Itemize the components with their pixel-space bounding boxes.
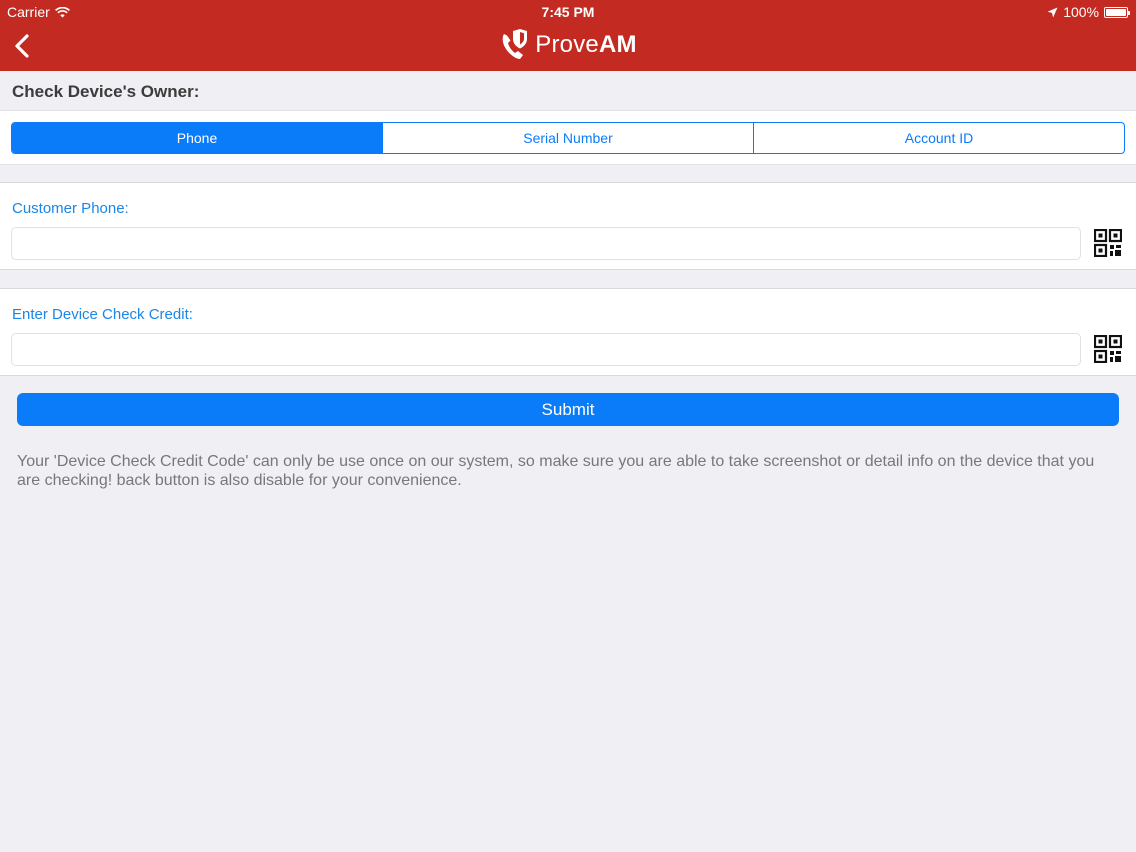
segment-account-id[interactable]: Account ID	[753, 123, 1124, 153]
logo-text-suffix: AM	[598, 31, 637, 58]
credit-code-notice: Your 'Device Check Credit Code' can only…	[17, 453, 1095, 489]
app-screen: Carrier 7:45 PM 100% ProveAM Check Devic…	[0, 0, 1136, 852]
search-type-band: Phone Serial Number Account ID	[0, 110, 1136, 165]
location-arrow-icon	[1047, 7, 1058, 17]
phone-shield-logo-icon	[502, 29, 528, 59]
customer-phone-input[interactable]	[11, 227, 1081, 260]
device-check-credit-label: Enter Device Check Credit:	[12, 306, 193, 323]
qr-code-icon[interactable]	[1094, 229, 1122, 257]
navigation-bar: Carrier 7:45 PM 100% ProveAM	[0, 0, 1136, 71]
status-bar: Carrier 7:45 PM 100%	[0, 0, 1136, 24]
logo-text-prefix: Prove	[535, 31, 599, 58]
status-right-group: 100%	[1047, 4, 1130, 20]
app-logo: ProveAM	[0, 28, 1136, 62]
device-check-credit-row: Enter Device Check Credit:	[0, 288, 1136, 376]
qr-code-icon[interactable]	[1094, 335, 1122, 363]
battery-icon	[1104, 6, 1130, 18]
customer-phone-label: Customer Phone:	[12, 200, 129, 217]
logo-text: ProveAM	[535, 31, 636, 59]
search-type-segmented-control: Phone Serial Number Account ID	[11, 122, 1125, 154]
submit-button[interactable]: Submit	[17, 393, 1119, 426]
page-title: Check Device's Owner:	[12, 82, 200, 101]
customer-phone-row: Customer Phone:	[0, 182, 1136, 270]
status-time: 7:45 PM	[541, 4, 595, 20]
segment-phone[interactable]: Phone	[12, 123, 382, 153]
battery-percent: 100%	[1063, 4, 1099, 20]
segment-serial-number[interactable]: Serial Number	[382, 123, 753, 153]
device-check-credit-input[interactable]	[11, 333, 1081, 366]
